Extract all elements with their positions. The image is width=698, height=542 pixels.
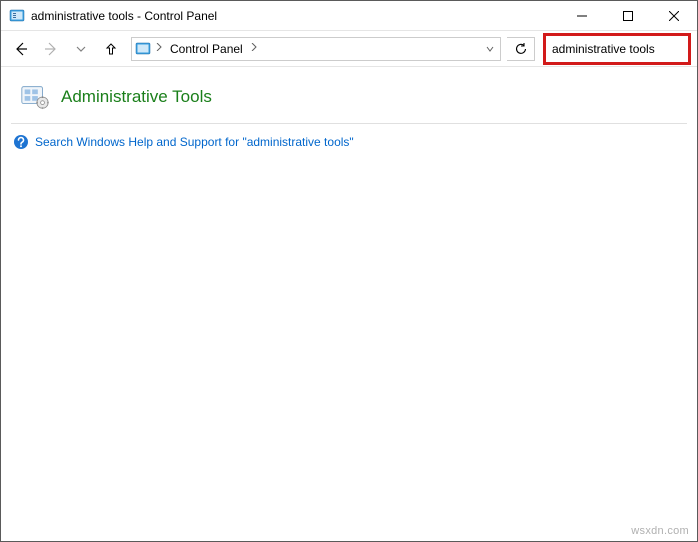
recent-locations-button[interactable] <box>67 35 95 63</box>
divider <box>11 123 687 124</box>
window-title: administrative tools - Control Panel <box>31 9 217 23</box>
forward-button[interactable] <box>37 35 65 63</box>
search-box-highlight <box>543 33 691 65</box>
nav-row: Control Panel <box>1 31 697 67</box>
administrative-tools-link[interactable]: Administrative Tools <box>61 87 212 107</box>
search-help-link[interactable]: Search Windows Help and Support for "adm… <box>35 135 354 149</box>
help-search-row: Search Windows Help and Support for "adm… <box>1 128 697 156</box>
search-box[interactable] <box>548 38 698 60</box>
close-button[interactable] <box>651 1 697 31</box>
refresh-button[interactable] <box>507 37 535 61</box>
chevron-right-icon[interactable] <box>249 43 259 54</box>
window-controls <box>559 1 697 31</box>
chevron-right-icon[interactable] <box>154 43 164 54</box>
content-area: Administrative Tools Search Windows Help… <box>1 67 697 541</box>
up-button[interactable] <box>97 35 125 63</box>
titlebar: administrative tools - Control Panel <box>1 1 697 31</box>
maximize-button[interactable] <box>605 1 651 31</box>
address-bar[interactable]: Control Panel <box>131 37 501 61</box>
address-bar-dropdown[interactable] <box>480 38 500 60</box>
breadcrumb-control-panel[interactable]: Control Panel <box>164 42 249 56</box>
watermark: wsxdn.com <box>631 525 689 537</box>
control-panel-icon <box>9 8 25 24</box>
help-icon <box>13 134 29 150</box>
search-input[interactable] <box>552 42 698 56</box>
address-bar-icon <box>132 38 154 60</box>
minimize-button[interactable] <box>559 1 605 31</box>
administrative-tools-icon <box>19 81 51 113</box>
control-panel-window: administrative tools - Control Panel <box>0 0 698 542</box>
result-header: Administrative Tools <box>1 67 697 123</box>
back-button[interactable] <box>7 35 35 63</box>
